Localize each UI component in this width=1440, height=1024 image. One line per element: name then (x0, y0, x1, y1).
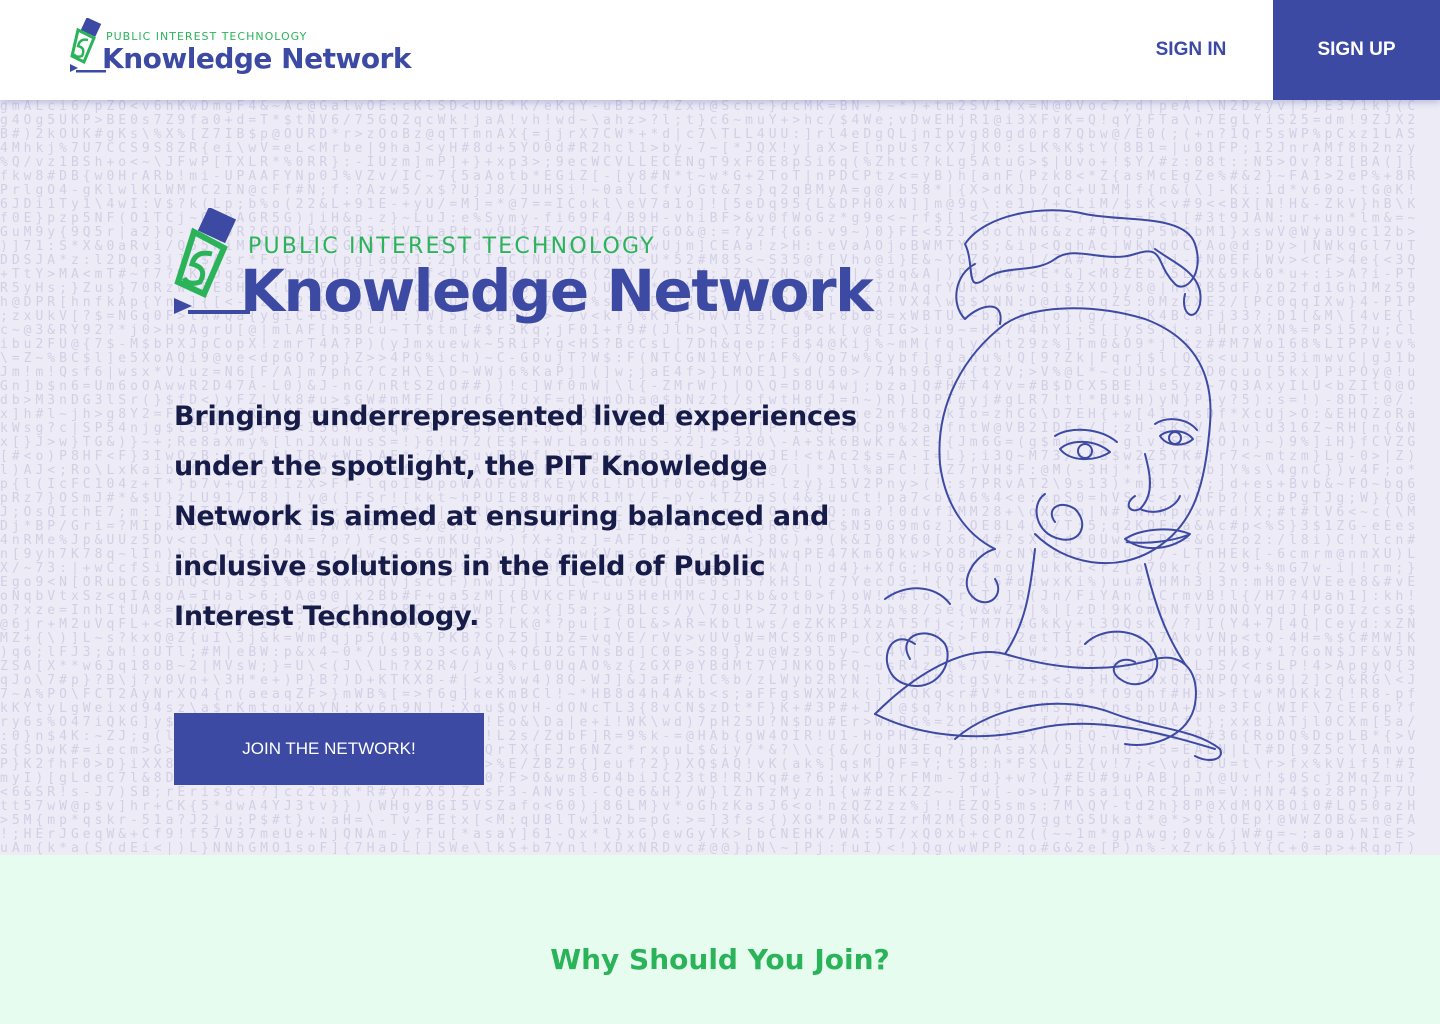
hero-logo-wordmark: Knowledge Network (240, 257, 874, 325)
site-header: PUBLIC INTEREST TECHNOLOGY Knowledge Net… (0, 0, 1440, 100)
hero-logo: PUBLIC INTEREST TECHNOLOGY Knowledge Net… (172, 208, 874, 338)
line-art-face-icon (874, 209, 1222, 761)
hero-description: Bringing underrepresented lived experien… (174, 401, 857, 632)
join-network-button[interactable]: JOIN THE NETWORK! (174, 713, 484, 785)
logo-wordmark: Knowledge Network (102, 42, 412, 75)
sign-up-button[interactable]: SIGN UP (1273, 0, 1440, 100)
header-logo[interactable]: PUBLIC INTEREST TECHNOLOGY Knowledge Net… (68, 18, 412, 82)
hero-section: gmALci6/pZO<v6hKwDmgF4&~Ac@GalwOE:cKlSD<… (0, 100, 1440, 855)
why-join-heading: Why Should You Join? (550, 943, 890, 976)
why-join-section: Why Should You Join? (0, 855, 1440, 1024)
sign-in-link[interactable]: SIGN IN (1130, 0, 1252, 100)
